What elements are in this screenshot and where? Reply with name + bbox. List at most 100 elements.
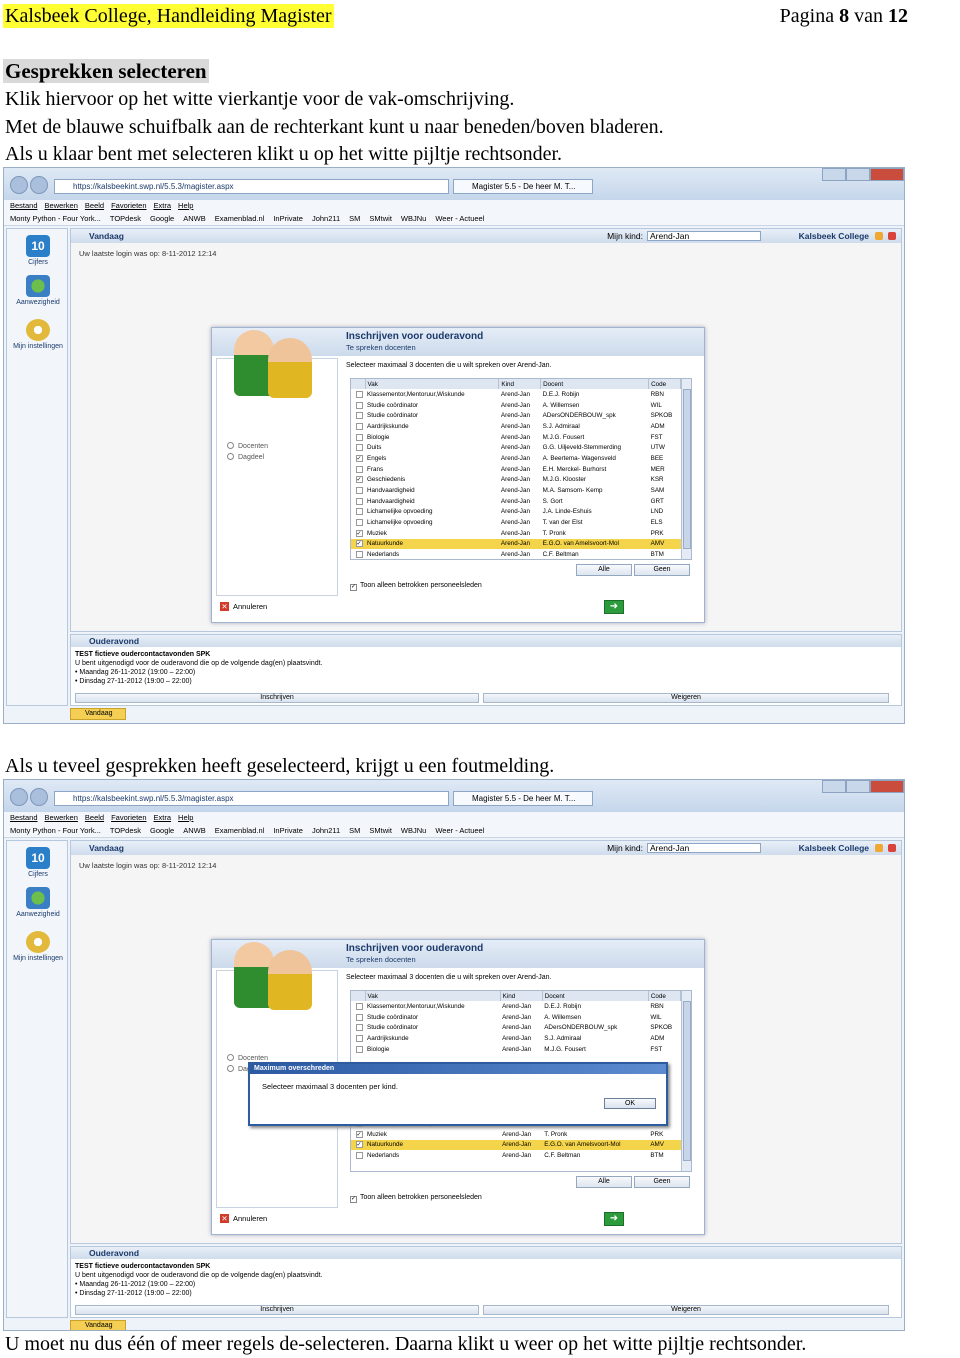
table-row[interactable]: ✓ Natuurkunde Arend-Jan E.G.O. van Amelsvoo…: [351, 538, 681, 550]
table-row[interactable]: Aardrijkskunde Arend-Jan S.J. Admiraal ADM: [351, 421, 681, 432]
grid-scrollbar[interactable]: [681, 379, 691, 559]
menu-item[interactable]: Bestand: [10, 201, 38, 210]
row-checkbox[interactable]: [351, 400, 365, 411]
menu-item[interactable]: Favorieten: [111, 813, 146, 822]
row-checkbox[interactable]: ✓: [351, 1129, 365, 1140]
cancel-button[interactable]: ✕ Annuleren: [220, 1214, 267, 1223]
column-header[interactable]: Vak: [365, 379, 500, 389]
favorite-link[interactable]: ANWB: [183, 214, 206, 223]
table-row[interactable]: ✓ Muziek Arend-Jan T. Pronk PRK: [351, 528, 681, 539]
row-checkbox[interactable]: [351, 485, 365, 496]
row-checkbox[interactable]: [351, 464, 365, 475]
favorite-link[interactable]: InPrivate: [273, 214, 303, 223]
row-checkbox[interactable]: ✓: [351, 538, 365, 550]
row-checkbox[interactable]: [351, 442, 365, 453]
table-row[interactable]: Lichamelijke opvoeding Arend-Jan T. van de…: [351, 517, 681, 528]
close-icon[interactable]: [870, 168, 904, 181]
back-icon[interactable]: [10, 176, 28, 194]
sidebar-item-aanwezigheid[interactable]: Aanwezigheid: [11, 275, 65, 306]
column-header[interactable]: Vak: [365, 991, 501, 1001]
menu-item[interactable]: Bestand: [10, 813, 38, 822]
radio-docenten[interactable]: Docenten: [227, 441, 268, 452]
favorite-link[interactable]: TOPdesk: [110, 826, 141, 835]
menu-item[interactable]: Extra: [154, 813, 172, 822]
row-checkbox[interactable]: [351, 1044, 365, 1055]
ok-button[interactable]: OK: [604, 1098, 656, 1109]
favorite-link[interactable]: SM: [349, 214, 360, 223]
select-none-button[interactable]: Geen: [634, 564, 690, 576]
column-header[interactable]: Docent: [540, 379, 650, 389]
row-checkbox[interactable]: [351, 1001, 365, 1012]
row-checkbox[interactable]: [351, 1150, 365, 1161]
table-row[interactable]: Klassementor,Mentoruur,Wiskunde Arend-Jan…: [351, 1001, 681, 1012]
favorite-link[interactable]: WBJNu: [401, 214, 426, 223]
row-checkbox[interactable]: [351, 1012, 365, 1023]
column-header[interactable]: Docent: [542, 991, 649, 1001]
favorite-link[interactable]: John211: [312, 214, 340, 223]
grid-scrollbar[interactable]: [681, 991, 691, 1171]
logout-icon[interactable]: [888, 844, 896, 852]
back-icon[interactable]: [10, 788, 28, 806]
table-row[interactable]: Nederlands Arend-Jan C.F. Beltman BTM: [351, 1150, 681, 1161]
table-row[interactable]: Studie coördinator Arend-Jan ADersONDERBOU…: [351, 410, 681, 421]
table-row[interactable]: Handvaardigheid Arend-Jan S. Gort GRT: [351, 496, 681, 507]
favorite-link[interactable]: Examenblad.nl: [215, 826, 265, 835]
row-checkbox[interactable]: [351, 389, 365, 400]
table-row[interactable]: Biologie Arend-Jan M.J.G. Fousert FST: [351, 432, 681, 443]
cancel-button[interactable]: ✕ Annuleren: [220, 602, 267, 611]
weigeren-button[interactable]: Weigeren: [483, 693, 889, 703]
show-only-checkbox[interactable]: ✓ Toon alleen betrokken personeelsleden: [350, 582, 482, 591]
table-row[interactable]: Handvaardigheid Arend-Jan M.A. Samsom- Kem…: [351, 485, 681, 496]
menu-item[interactable]: Help: [178, 201, 193, 210]
scrollbar-thumb[interactable]: [683, 389, 691, 549]
table-row[interactable]: Frans Arend-Jan E.H. Merckel- Burhorst MER: [351, 464, 681, 475]
scrollbar-thumb[interactable]: [683, 1001, 691, 1161]
favorite-link[interactable]: WBJNu: [401, 826, 426, 835]
maximize-icon[interactable]: [846, 780, 870, 793]
sidebar-item-instellingen[interactable]: Mijn instellingen: [11, 319, 65, 350]
menu-item[interactable]: Bewerken: [45, 813, 78, 822]
column-header[interactable]: Kind: [498, 379, 542, 389]
favorite-link[interactable]: Examenblad.nl: [215, 214, 265, 223]
kind-select[interactable]: Arend-Jan: [647, 843, 761, 853]
favorite-link[interactable]: SM: [349, 826, 360, 835]
row-checkbox[interactable]: [351, 507, 365, 518]
row-checkbox[interactable]: [351, 1033, 365, 1044]
row-checkbox[interactable]: [351, 410, 365, 421]
sidebar-item-instellingen[interactable]: Mijn instellingen: [11, 931, 65, 962]
table-row[interactable]: Studie coördinator Arend-Jan ADersONDERBOU…: [351, 1022, 681, 1033]
row-checkbox[interactable]: [351, 1022, 365, 1033]
row-checkbox[interactable]: [351, 421, 365, 432]
row-checkbox[interactable]: ✓: [351, 453, 365, 464]
row-checkbox[interactable]: ✓: [351, 528, 365, 539]
table-row[interactable]: ✓ Natuurkunde Arend-Jan E.G.O. van Amelsvoo…: [351, 1139, 681, 1151]
print-icon[interactable]: [875, 232, 883, 240]
minimize-icon[interactable]: [822, 168, 846, 181]
favorite-link[interactable]: John211: [312, 826, 340, 835]
favorite-link[interactable]: ANWB: [183, 826, 206, 835]
menu-item[interactable]: Bewerken: [45, 201, 78, 210]
print-icon[interactable]: [875, 844, 883, 852]
row-checkbox[interactable]: [351, 496, 365, 507]
table-row[interactable]: Klassementor,Mentoruur,Wiskunde Arend-Jan…: [351, 389, 681, 400]
row-checkbox[interactable]: ✓: [351, 1139, 365, 1151]
menu-item[interactable]: Favorieten: [111, 201, 146, 210]
menu-item[interactable]: Extra: [154, 201, 172, 210]
table-row[interactable]: Biologie Arend-Jan M.J.G. Fousert FST: [351, 1044, 681, 1055]
favorite-link[interactable]: TOPdesk: [110, 214, 141, 223]
column-header[interactable]: Code: [648, 379, 681, 389]
table-row[interactable]: ✓ Muziek Arend-Jan T. Pronk PRK: [351, 1129, 681, 1140]
table-row[interactable]: Nederlands Arend-Jan C.F. Beltman BTM: [351, 549, 681, 560]
favorite-link[interactable]: Google: [150, 826, 174, 835]
taskbar-button[interactable]: Vandaag: [70, 708, 126, 720]
forward-icon[interactable]: [30, 788, 48, 806]
inschrijven-button[interactable]: Inschrijven: [75, 693, 479, 703]
row-checkbox[interactable]: [351, 432, 365, 443]
sidebar-item-aanwezigheid[interactable]: Aanwezigheid: [11, 887, 65, 918]
favorite-link[interactable]: InPrivate: [273, 826, 303, 835]
select-all-button[interactable]: Alle: [576, 1176, 632, 1188]
sidebar-item-cijfers[interactable]: 10 Cijfers: [11, 847, 65, 878]
row-checkbox[interactable]: [351, 517, 365, 528]
table-row[interactable]: Studie coördinator Arend-Jan A. Willemsen W…: [351, 1012, 681, 1023]
close-icon[interactable]: [870, 780, 904, 793]
